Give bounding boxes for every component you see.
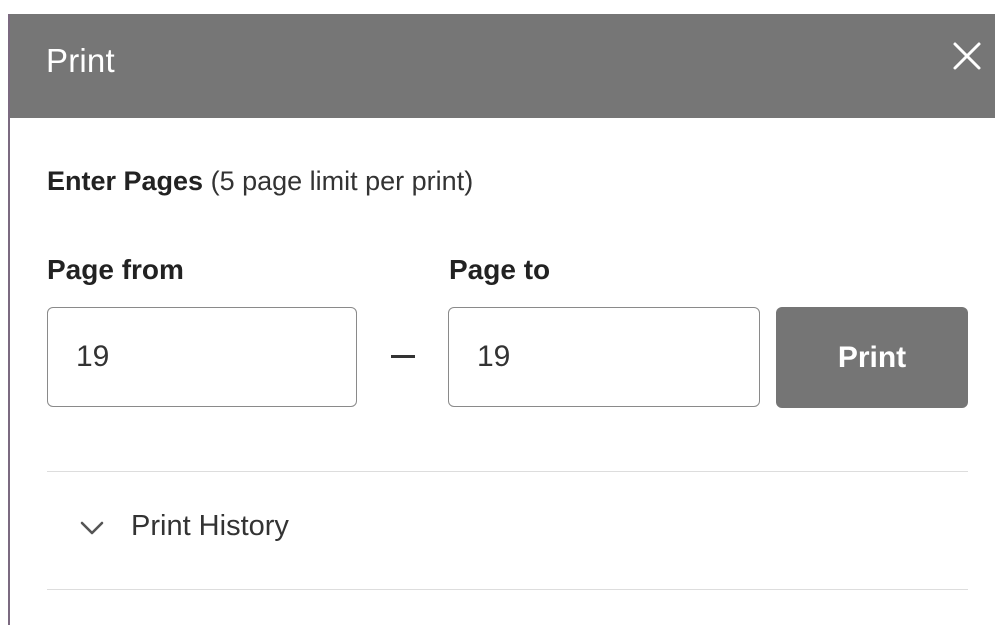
print-button[interactable]: Print xyxy=(776,307,968,408)
page-limit-instructions: Enter Pages (5 page limit per print) xyxy=(47,166,473,197)
close-icon xyxy=(953,42,981,70)
divider xyxy=(47,589,968,590)
dialog-header: Print xyxy=(10,14,995,118)
page-to-input[interactable] xyxy=(448,307,760,407)
page-to-label: Page to xyxy=(449,254,551,285)
print-history-toggle[interactable]: Print History xyxy=(47,472,968,588)
chevron-down-icon xyxy=(79,518,105,538)
instructions-note: (5 page limit per print) xyxy=(203,166,474,196)
close-button[interactable] xyxy=(947,36,987,76)
top-strip xyxy=(0,0,995,14)
dialog-title: Print xyxy=(46,42,115,79)
print-history-label: Print History xyxy=(131,510,289,542)
page-from-input[interactable] xyxy=(47,307,357,407)
print-dialog: Print Enter Pages (5 page limit per prin… xyxy=(0,0,995,625)
range-separator xyxy=(391,355,415,358)
instructions-heading: Enter Pages xyxy=(47,166,204,196)
page-from-label: Page from xyxy=(47,254,184,285)
